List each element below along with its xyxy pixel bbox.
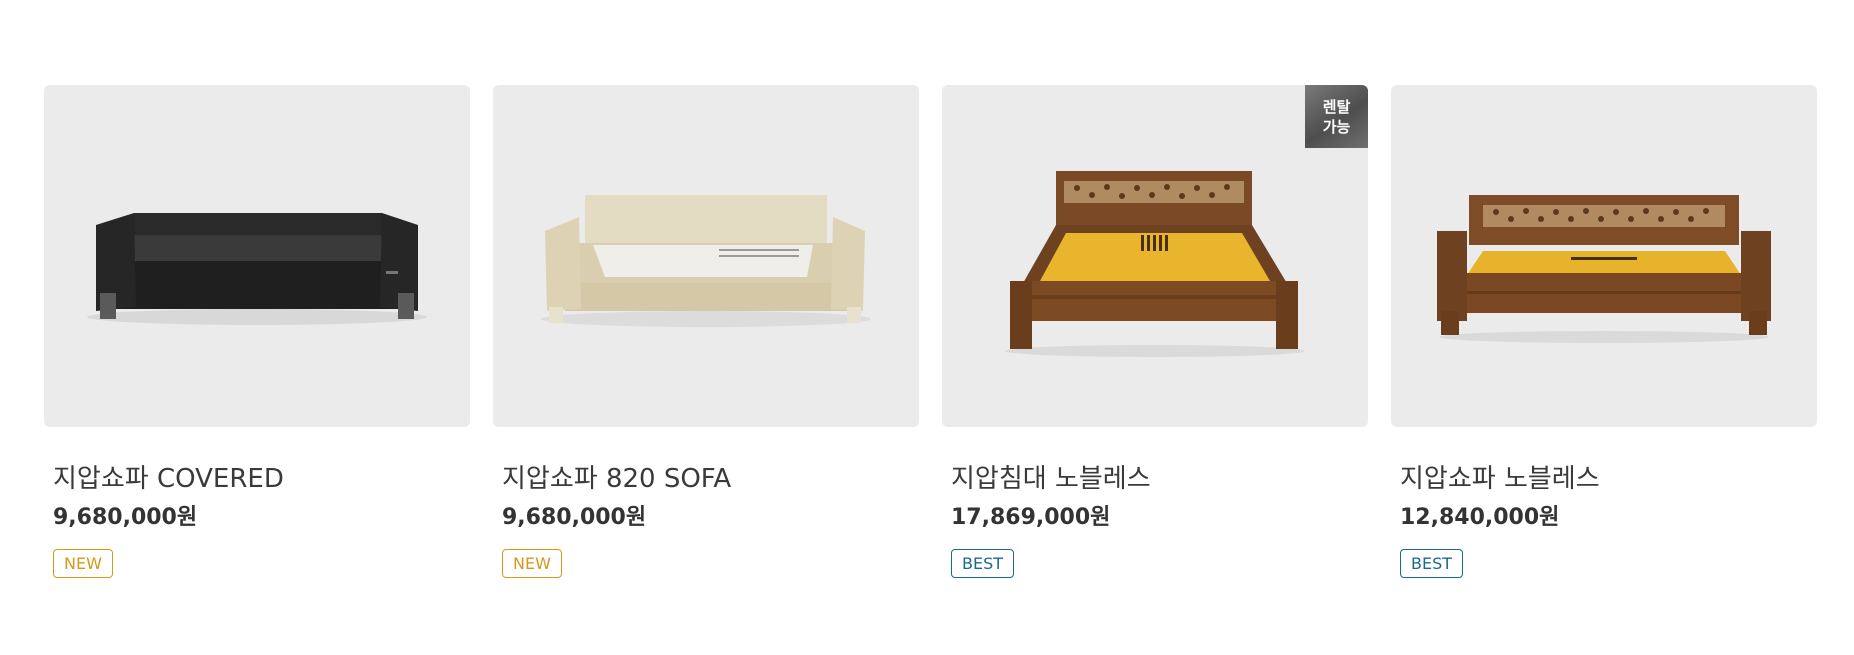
product-name[interactable]: 지압쇼파 노블레스 [1400,462,1817,496]
product-price: 9,680,000원 [502,505,647,530]
product-name[interactable]: 지압쇼파 820 SOFA [502,462,919,496]
black-sofa-image [87,213,427,325]
status-badge: BEST [1400,549,1464,578]
product-image[interactable] [1391,85,1817,427]
status-badge: NEW [502,549,562,578]
product-price: 17,869,000원 [951,505,1111,530]
rental-badge: 렌탈 가능 [1305,85,1368,148]
product-card[interactable]: 렌탈 가능 지압침대 노블레스 17,869,000원 BEST [942,85,1368,578]
product-image[interactable]: 렌탈 가능 [942,85,1368,427]
product-image[interactable] [493,85,919,427]
status-badge: NEW [53,549,113,578]
wooden-sofa-image [1437,195,1771,343]
status-badge: BEST [951,549,1015,578]
product-price: 9,680,000원 [53,505,198,530]
rental-badge-line1: 렌탈 [1322,97,1351,116]
rental-badge-line2: 가능 [1322,117,1351,136]
product-image[interactable] [44,85,470,427]
product-grid: 지압쇼파 COVERED 9,680,000원 NEW 지압쇼파 820 SOF… [44,85,1817,578]
product-name[interactable]: 지압침대 노블레스 [951,462,1368,496]
cream-sofa-image [541,195,871,327]
product-card[interactable]: 지압쇼파 COVERED 9,680,000원 NEW [44,85,470,578]
product-price: 12,840,000원 [1400,505,1560,530]
product-card[interactable]: 지압쇼파 노블레스 12,840,000원 BEST [1391,85,1817,578]
product-card[interactable]: 지압쇼파 820 SOFA 9,680,000원 NEW [493,85,919,578]
product-name[interactable]: 지압쇼파 COVERED [53,462,470,496]
